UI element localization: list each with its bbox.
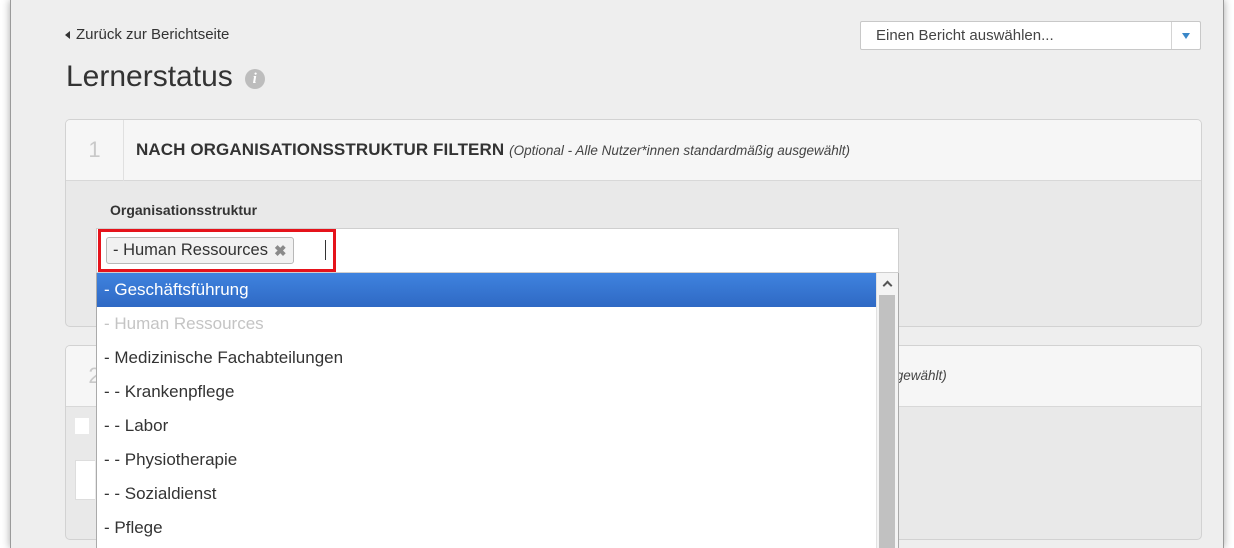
page-title-text: Lernerstatus <box>66 60 233 93</box>
dropdown-option[interactable]: - Medizinische Fachabteilungen <box>97 341 877 375</box>
step-number: 1 <box>66 120 124 181</box>
partial-input <box>75 460 95 500</box>
dropdown-option: - Human Ressources <box>104 314 264 333</box>
report-select-toggle[interactable] <box>1171 22 1200 49</box>
back-triangle-icon <box>65 30 70 39</box>
dropdown-option[interactable]: - - Physiotherapie <box>97 443 877 477</box>
scroll-up-button[interactable] <box>877 273 898 293</box>
dropdown-option[interactable]: - - Krankenpflege <box>97 375 877 409</box>
org-field-label: Organisationsstruktur <box>110 202 258 218</box>
dropdown-option[interactable]: - - Labor <box>97 409 877 443</box>
partial-control <box>75 418 89 434</box>
dropdown-option[interactable]: - Geschäftsführung <box>97 273 877 307</box>
back-link-label: Zurück zur Berichtseite <box>76 26 230 43</box>
info-icon[interactable]: i <box>244 69 265 89</box>
panel-title-text: NACH ORGANISATIONSSTRUKTUR FILTERN <box>136 140 505 159</box>
report-select-placeholder: Einen Bericht auswählen... <box>876 27 1054 44</box>
panel-subtitle: (Optional - Alle Nutzer*innen standardmä… <box>509 143 851 158</box>
caret-down-icon <box>1182 32 1190 39</box>
org-structure-dropdown[interactable]: - Geschäftsführung - Human Ressources - … <box>96 273 899 548</box>
dropdown-option[interactable]: - Pflege <box>97 511 877 545</box>
panel-header: 1 NACH ORGANISATIONSSTRUKTUR FILTERN (Op… <box>66 120 1201 181</box>
callout-highlight-box <box>98 229 336 272</box>
scrollbar-thumb[interactable] <box>879 295 895 548</box>
panel-title: NACH ORGANISATIONSSTRUKTUR FILTERN (Opti… <box>124 140 850 160</box>
app-window: Zurück zur Berichtseite Einen Bericht au… <box>10 0 1224 548</box>
page-title: Lernerstatus i <box>66 60 265 94</box>
dropdown-option[interactable]: - - Sozialdienst <box>97 477 877 511</box>
chevron-up-icon <box>882 280 893 290</box>
back-to-reports-link[interactable]: Zurück zur Berichtseite <box>65 26 229 43</box>
dropdown-scrollbar[interactable] <box>876 273 898 548</box>
report-select[interactable]: Einen Bericht auswählen... <box>860 21 1201 50</box>
